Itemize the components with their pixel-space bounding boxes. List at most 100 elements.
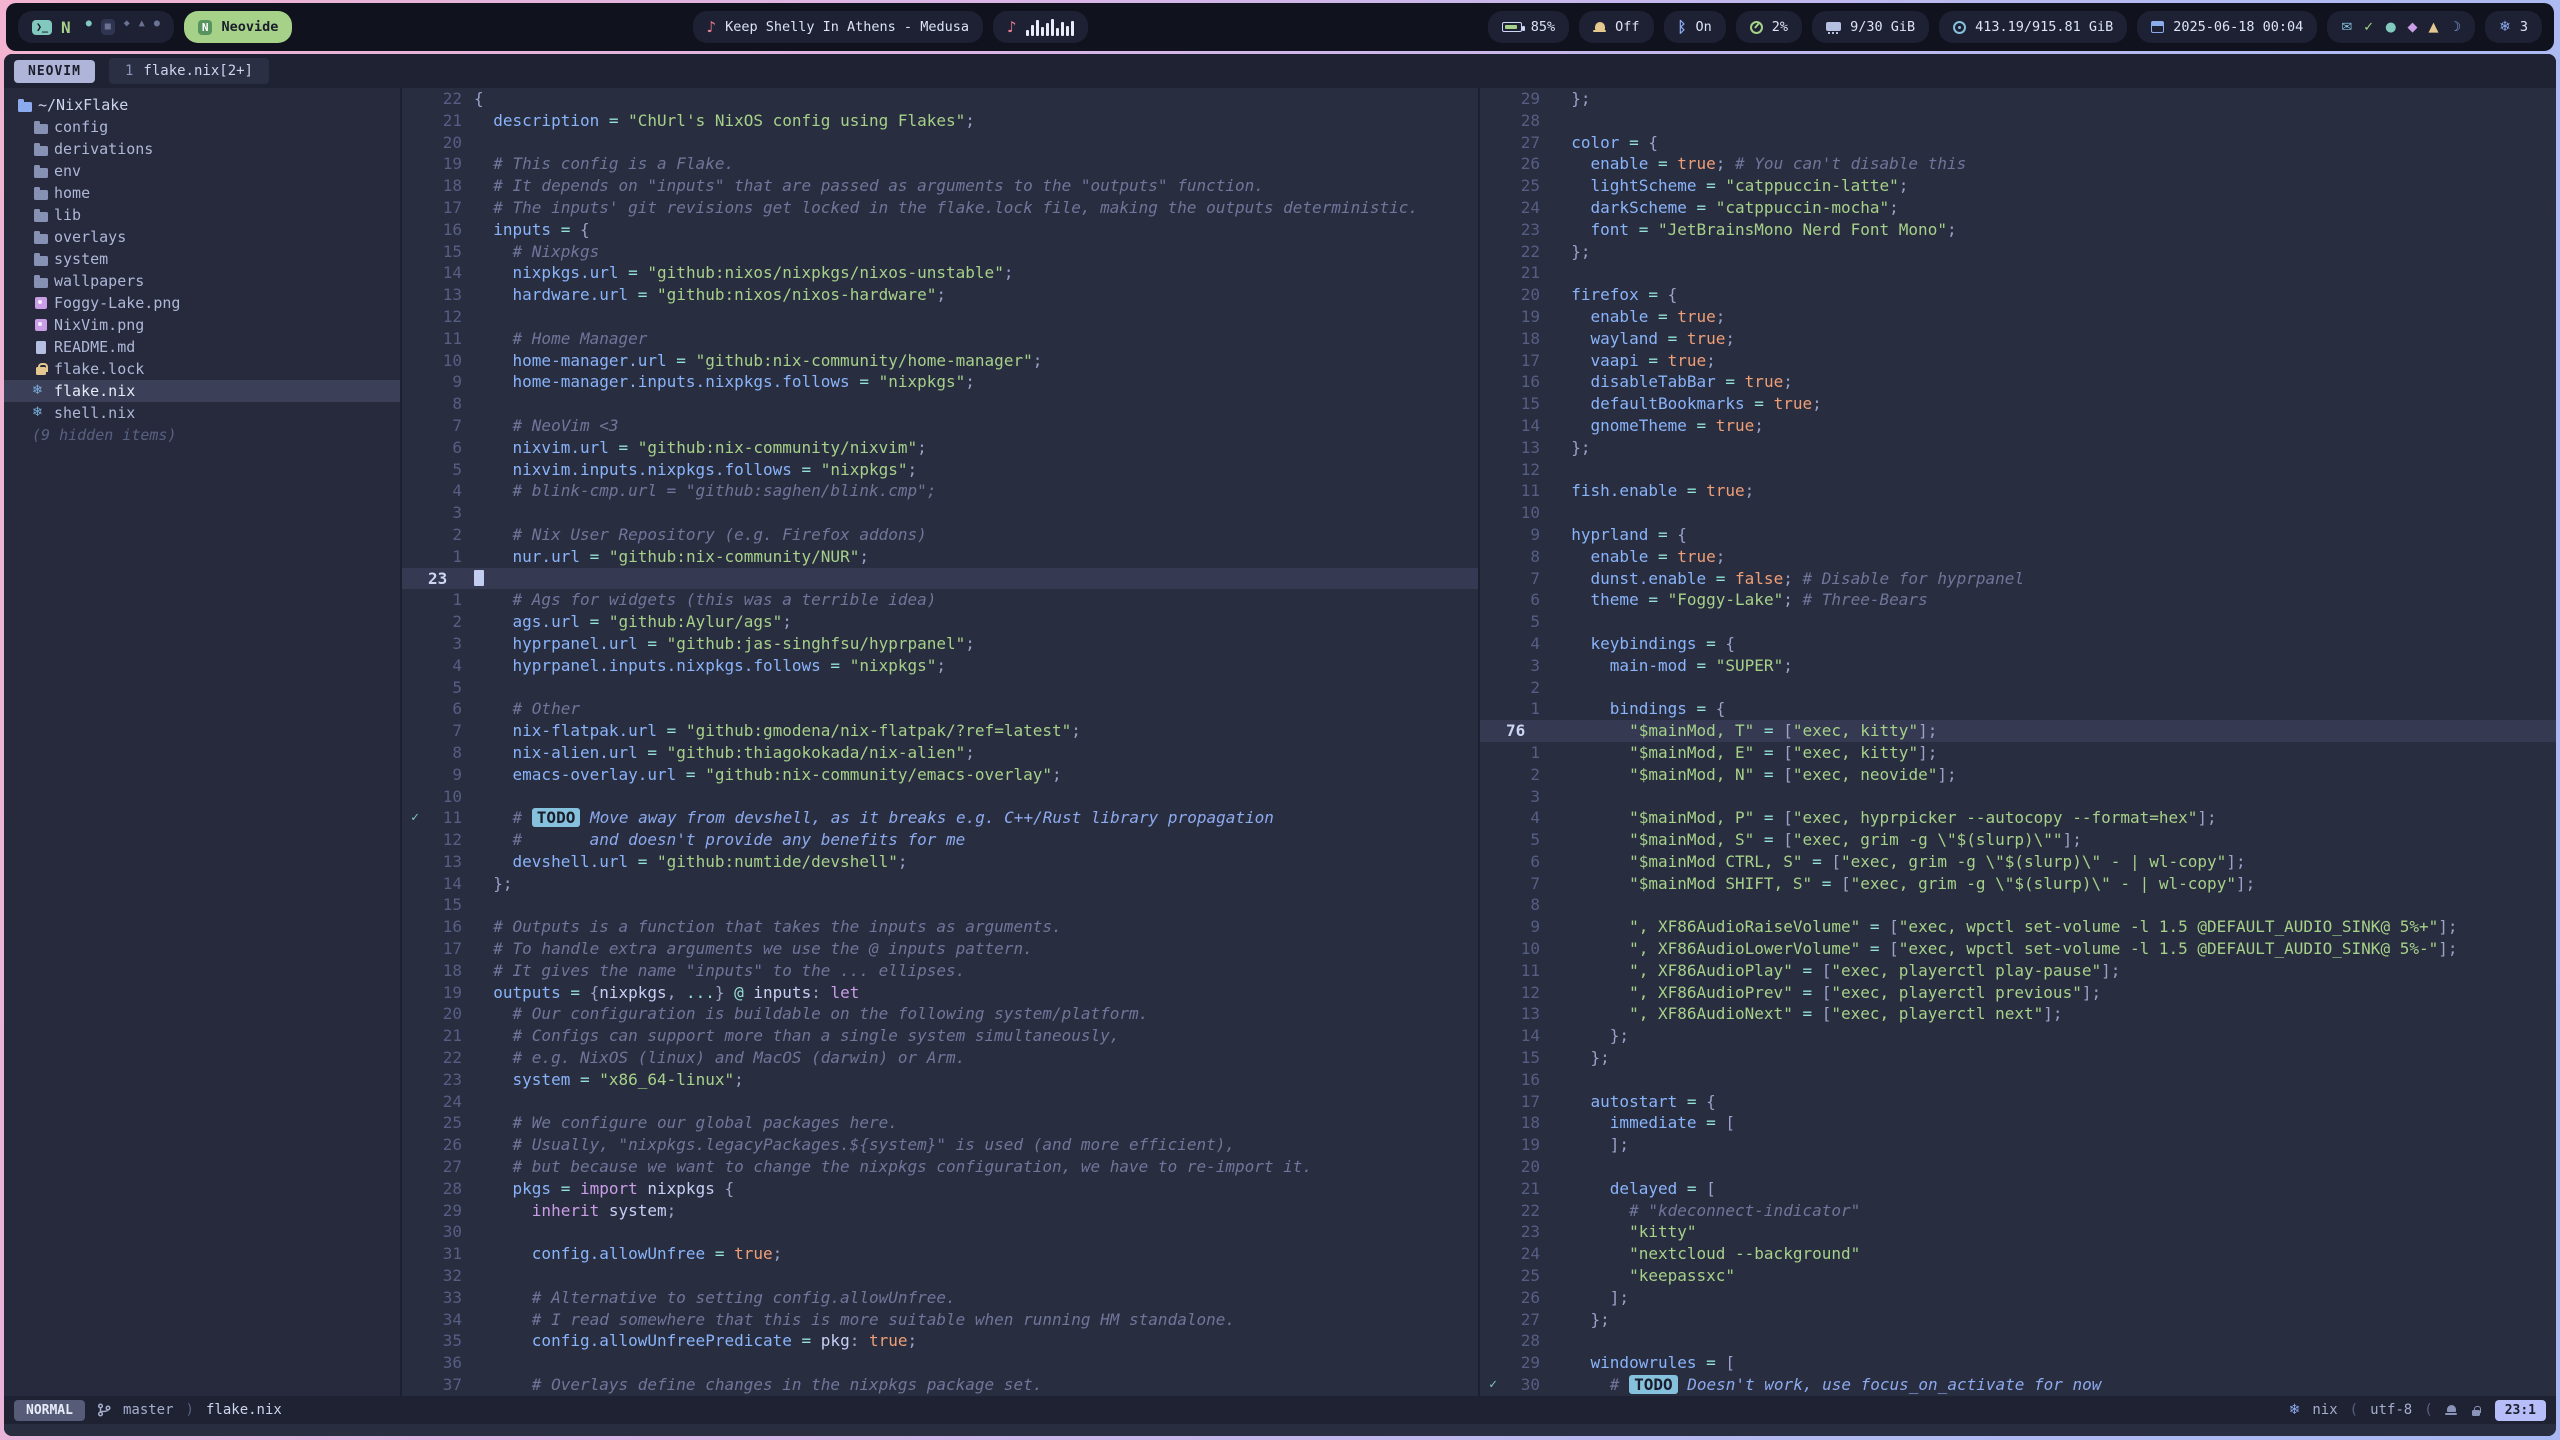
code-line[interactable]: 9 ", XF86AudioRaiseVolume" = ["exec, wpc…	[1480, 916, 2556, 938]
workspace-icon-3[interactable]: ◆	[124, 19, 130, 35]
code-line[interactable]: 19 # This config is a Flake.	[402, 153, 1478, 175]
tree-item-home[interactable]: home	[4, 182, 400, 204]
tray-icon-yellow[interactable]: ▲	[2428, 20, 2438, 35]
code-line[interactable]: 28	[1480, 1330, 2556, 1352]
code-line[interactable]: 27 };	[1480, 1309, 2556, 1331]
code-line[interactable]: 16 disableTabBar = true;	[1480, 371, 2556, 393]
code-line[interactable]: 32	[402, 1265, 1478, 1287]
code-line[interactable]: 4 # blink-cmp.url = "github:saghen/blink…	[402, 480, 1478, 502]
workspace-icon-2[interactable]: ■	[101, 19, 115, 35]
code-line[interactable]: 14 nixpkgs.url = "github:nixos/nixpkgs/n…	[402, 262, 1478, 284]
tree-item-system[interactable]: system	[4, 248, 400, 270]
cpu-module[interactable]: 2%	[1736, 11, 1802, 43]
code-line[interactable]: 2	[1480, 677, 2556, 699]
code-line[interactable]: 20	[1480, 1156, 2556, 1178]
tree-item-flake.lock[interactable]: flake.lock	[4, 358, 400, 380]
tree-item-Foggy-Lake.png[interactable]: Foggy-Lake.png	[4, 292, 400, 314]
code-line[interactable]: 21	[1480, 262, 2556, 284]
code-line[interactable]: 9 hyprland = {	[1480, 524, 2556, 546]
clock-module[interactable]: 2025-06-18 00:04	[2137, 11, 2317, 43]
code-line[interactable]: 7 nix-flatpak.url = "github:gmodena/nix-…	[402, 720, 1478, 742]
code-line[interactable]: 8	[402, 393, 1478, 415]
code-line[interactable]: 31 config.allowUnfree = true;	[402, 1243, 1478, 1265]
code-line[interactable]: 6 theme = "Foggy-Lake"; # Three-Bears	[1480, 589, 2556, 611]
media-visualizer-module[interactable]: ♪	[993, 11, 1088, 43]
workspace-icon-5[interactable]: ●	[154, 19, 160, 35]
code-line[interactable]: 3 main-mod = "SUPER";	[1480, 655, 2556, 677]
tray-icon-check[interactable]: ✓	[2363, 20, 2374, 35]
code-line[interactable]: 1 "$mainMod, E" = ["exec, kitty"];	[1480, 742, 2556, 764]
code-line[interactable]: 10 ", XF86AudioLowerVolume" = ["exec, wp…	[1480, 938, 2556, 960]
code-line[interactable]: 11 ", XF86AudioPlay" = ["exec, playerctl…	[1480, 960, 2556, 982]
code-line[interactable]: 28 pkgs = import nixpkgs {	[402, 1178, 1478, 1200]
code-line[interactable]: 17 autostart = {	[1480, 1091, 2556, 1113]
code-line[interactable]: 17 # The inputs' git revisions get locke…	[402, 197, 1478, 219]
code-line[interactable]: 19 enable = true;	[1480, 306, 2556, 328]
code-line[interactable]: 21 description = "ChUrl's NixOS config u…	[402, 110, 1478, 132]
tree-item-shell.nix[interactable]: ❄shell.nix	[4, 402, 400, 424]
code-line[interactable]: 2 # Nix User Repository (e.g. Firefox ad…	[402, 524, 1478, 546]
code-line[interactable]: 20 # Our configuration is buildable on t…	[402, 1003, 1478, 1025]
active-window-module[interactable]: N Neovide	[184, 11, 293, 43]
code-line[interactable]: 18 # It gives the name "inputs" to the .…	[402, 960, 1478, 982]
code-line[interactable]: 1 # Ags for widgets (this was a terrible…	[402, 589, 1478, 611]
code-line[interactable]: 10	[1480, 502, 2556, 524]
code-line[interactable]: 17 vaapi = true;	[1480, 350, 2556, 372]
code-line[interactable]: 29 };	[1480, 88, 2556, 110]
code-line[interactable]: 10	[402, 786, 1478, 808]
code-line[interactable]: 15 };	[1480, 1047, 2556, 1069]
code-line[interactable]: 2 ags.url = "github:Aylur/ags";	[402, 611, 1478, 633]
tree-item-wallpapers[interactable]: wallpapers	[4, 270, 400, 292]
tree-item-flake.nix[interactable]: ❄flake.nix	[4, 380, 400, 402]
code-line[interactable]: 15	[402, 894, 1478, 916]
code-line[interactable]: 5	[1480, 611, 2556, 633]
code-line[interactable]: 37 # Overlays define changes in the nixp…	[402, 1374, 1478, 1396]
code-line[interactable]: 15 defaultBookmarks = true;	[1480, 393, 2556, 415]
code-line[interactable]: 12	[1480, 459, 2556, 481]
notifications-module[interactable]: Off	[1579, 11, 1653, 43]
code-line[interactable]: 9 emacs-overlay.url = "github:nix-commun…	[402, 764, 1478, 786]
code-line[interactable]: 20 firefox = {	[1480, 284, 2556, 306]
code-line[interactable]: 8 nix-alien.url = "github:thiagokokada/n…	[402, 742, 1478, 764]
code-line[interactable]: 24 darkScheme = "catppuccin-mocha";	[1480, 197, 2556, 219]
code-line[interactable]: 4 "$mainMod, P" = ["exec, hyprpicker --a…	[1480, 807, 2556, 829]
editor-left-pane[interactable]: 22{21 description = "ChUrl's NixOS confi…	[402, 88, 1478, 1396]
code-line[interactable]: 27 # but because we want to change the n…	[402, 1156, 1478, 1178]
code-line[interactable]: 18 wayland = true;	[1480, 328, 2556, 350]
code-line[interactable]: 6 # Other	[402, 698, 1478, 720]
code-line[interactable]: 23 font = "JetBrainsMono Nerd Font Mono"…	[1480, 219, 2556, 241]
code-line[interactable]: 20	[402, 132, 1478, 154]
code-line[interactable]: 19 outputs = {nixpkgs, ...} @ inputs: le…	[402, 982, 1478, 1004]
code-line[interactable]: ✓30 # TODO Doesn't work, use focus_on_ac…	[1480, 1374, 2556, 1396]
tray-icon-mail[interactable]: ✉	[2341, 20, 2352, 35]
code-line[interactable]: 21 delayed = [	[1480, 1178, 2556, 1200]
code-line[interactable]: 22 # e.g. NixOS (linux) and MacOS (darwi…	[402, 1047, 1478, 1069]
cursor-line[interactable]: 76 "$mainMod, T" = ["exec, kitty"];	[1480, 720, 2556, 742]
code-line[interactable]: 12 ", XF86AudioPrev" = ["exec, playerctl…	[1480, 982, 2556, 1004]
code-line[interactable]: 34 # I read somewhere that this is more …	[402, 1309, 1478, 1331]
tree-item-derivations[interactable]: derivations	[4, 138, 400, 160]
code-line[interactable]: 24 "nextcloud --background"	[1480, 1243, 2556, 1265]
code-line[interactable]: 16 inputs = {	[402, 219, 1478, 241]
code-line[interactable]: 23 system = "x86_64-linux";	[402, 1069, 1478, 1091]
code-line[interactable]: 26 # Usually, "nixpkgs.legacyPackages.${…	[402, 1134, 1478, 1156]
code-line[interactable]: 1 nur.url = "github:nix-community/NUR";	[402, 546, 1478, 568]
code-line[interactable]: 19 ];	[1480, 1134, 2556, 1156]
code-line[interactable]: 12	[402, 306, 1478, 328]
cursor-line[interactable]: 23	[402, 568, 1478, 590]
code-line[interactable]: 11 # Home Manager	[402, 328, 1478, 350]
code-line[interactable]: 5	[402, 677, 1478, 699]
code-line[interactable]: 25 lightScheme = "catppuccin-latte";	[1480, 175, 2556, 197]
code-line[interactable]: 3	[402, 502, 1478, 524]
code-line[interactable]: 3	[1480, 786, 2556, 808]
workspaces-module[interactable]: ❯_ N ●■◆▲●	[18, 11, 174, 43]
code-line[interactable]: 8 enable = true;	[1480, 546, 2556, 568]
tray-icon-blue[interactable]: ☽	[2449, 20, 2461, 35]
tree-item-env[interactable]: env	[4, 160, 400, 182]
code-line[interactable]: 1 bindings = {	[1480, 698, 2556, 720]
code-line[interactable]: 27 color = {	[1480, 132, 2556, 154]
command-line[interactable]	[4, 1424, 2556, 1436]
code-line[interactable]: 10 home-manager.url = "github:nix-commun…	[402, 350, 1478, 372]
bluetooth-module[interactable]: ᛒOn	[1664, 11, 1726, 43]
code-line[interactable]: 6 nixvim.url = "github:nix-community/nix…	[402, 437, 1478, 459]
